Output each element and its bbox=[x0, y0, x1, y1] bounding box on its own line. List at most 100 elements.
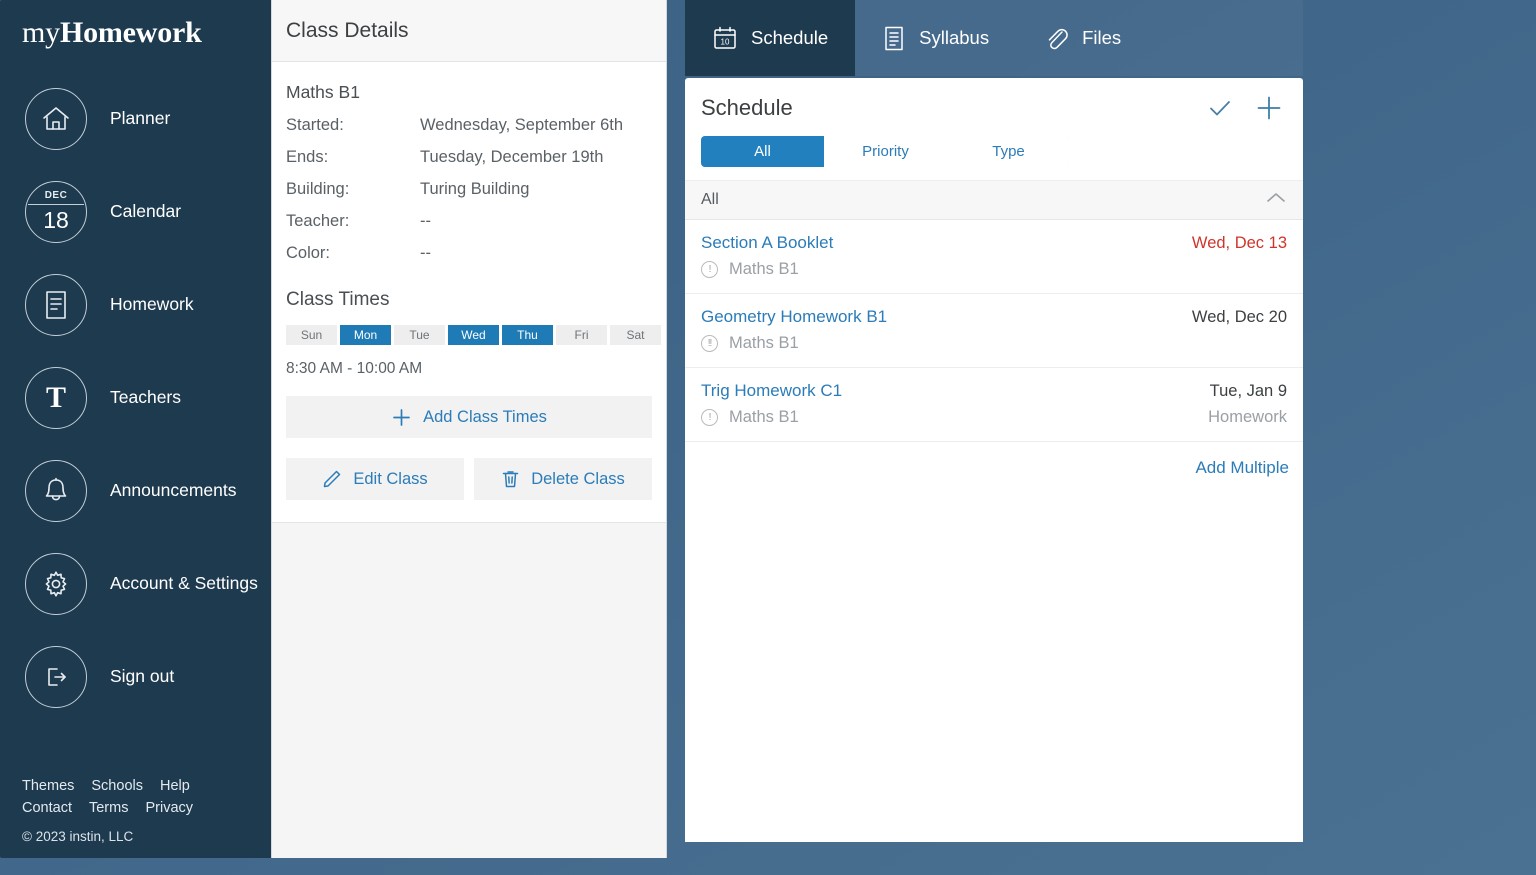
copyright-text: © 2023 instin, LLC bbox=[22, 829, 134, 844]
calendar-icon-day: 18 bbox=[43, 207, 69, 234]
add-class-times-button[interactable]: Add Class Times bbox=[286, 396, 652, 438]
content-tabs: 10 Schedule Syllabus Files bbox=[685, 0, 1303, 76]
sidebar-footer: Themes Schools Help Contact Terms Privacy © … bbox=[22, 778, 210, 844]
class-time-range: 8:30 AM - 10:00 AM bbox=[286, 360, 423, 377]
sidebar-item-label: Sign out bbox=[110, 665, 175, 686]
field-label: Building: bbox=[286, 180, 350, 198]
field-value: Wednesday, September 6th bbox=[420, 116, 624, 134]
sidebar-item-sign-out[interactable]: Sign out bbox=[0, 630, 271, 723]
day-chip-wed[interactable]: Wed bbox=[448, 325, 499, 345]
filter-tab-all[interactable]: All bbox=[701, 136, 824, 167]
task-meta: ! Maths B1 bbox=[701, 260, 799, 279]
field-label: Ends: bbox=[286, 148, 329, 166]
field-teacher: Teacher: -- bbox=[286, 212, 652, 231]
schedule-header-actions bbox=[1207, 94, 1287, 122]
footer-link-contact[interactable]: Contact bbox=[22, 800, 72, 816]
day-chip-tue[interactable]: Tue bbox=[394, 325, 445, 345]
footer-link-terms[interactable]: Terms bbox=[89, 800, 128, 816]
filter-tab-type[interactable]: Type bbox=[947, 136, 1070, 167]
schedule-title: Schedule bbox=[701, 95, 793, 120]
svg-text:10: 10 bbox=[721, 38, 730, 47]
tab-label: Syllabus bbox=[919, 27, 990, 48]
sidebar-item-label: Announcements bbox=[110, 479, 237, 500]
priority-icon: !! bbox=[701, 335, 718, 352]
document-icon bbox=[25, 273, 87, 336]
delete-class-label: Delete Class bbox=[531, 469, 625, 488]
sidebar-item-planner[interactable]: Planner bbox=[0, 72, 271, 165]
calendar-10-icon: 10 bbox=[712, 25, 738, 51]
footer-link-privacy[interactable]: Privacy bbox=[145, 800, 193, 816]
class-action-buttons: Edit Class Delete Class bbox=[286, 458, 652, 500]
tab-files[interactable]: Files bbox=[1016, 0, 1148, 76]
task-title[interactable]: Trig Homework C1 bbox=[701, 381, 842, 401]
sidebar: myHomework Planner DEC 18 Calendar Homew… bbox=[0, 0, 271, 858]
sidebar-item-calendar[interactable]: DEC 18 Calendar bbox=[0, 165, 271, 258]
document-lines-icon bbox=[882, 25, 906, 52]
edit-class-button[interactable]: Edit Class bbox=[286, 458, 464, 500]
check-icon[interactable] bbox=[1207, 95, 1233, 121]
add-multiple-link[interactable]: Add Multiple bbox=[1195, 458, 1289, 478]
table-row[interactable]: Trig Homework C1 Tue, Jan 9 ! Maths B1 H… bbox=[685, 368, 1303, 442]
pencil-icon bbox=[322, 469, 342, 489]
task-due-date: Wed, Dec 13 bbox=[1191, 234, 1287, 252]
task-due-date: Wed, Dec 20 bbox=[1191, 308, 1287, 326]
table-row[interactable]: Section A Booklet Wed, Dec 13 ! Maths B1 bbox=[685, 220, 1303, 294]
task-class: Maths B1 bbox=[729, 334, 799, 352]
field-color: Color: -- bbox=[286, 244, 652, 263]
filter-tab-priority[interactable]: Priority bbox=[824, 136, 947, 167]
task-title[interactable]: Geometry Homework B1 bbox=[701, 307, 887, 327]
teacher-t-icon: T bbox=[25, 366, 87, 429]
field-value: Turing Building bbox=[420, 180, 530, 198]
task-title[interactable]: Section A Booklet bbox=[701, 233, 833, 253]
sign-out-icon bbox=[25, 645, 87, 708]
task-class: Maths B1 bbox=[729, 260, 799, 278]
edit-class-label: Edit Class bbox=[353, 469, 428, 488]
task-primary-row: Geometry Homework B1 Wed, Dec 20 bbox=[701, 307, 1287, 327]
class-details-column: Class Details Maths B1 Started: Wednesda… bbox=[271, 0, 667, 858]
field-value: Tuesday, December 19th bbox=[420, 148, 604, 166]
tab-label: Files bbox=[1082, 27, 1122, 48]
task-secondary-row: ! Maths B1 Homework bbox=[701, 408, 1287, 427]
sidebar-item-announcements[interactable]: Announcements bbox=[0, 444, 271, 537]
day-chip-thu[interactable]: Thu bbox=[502, 325, 553, 345]
footer-link-themes[interactable]: Themes bbox=[22, 778, 74, 794]
schedule-group-header[interactable]: All bbox=[685, 180, 1303, 220]
class-details-header: Class Details bbox=[272, 0, 666, 62]
bell-icon bbox=[25, 459, 87, 522]
calendar-icon-month: DEC bbox=[44, 189, 68, 201]
field-building: Building: Turing Building bbox=[286, 180, 652, 199]
table-row[interactable]: Geometry Homework B1 Wed, Dec 20 !! Math… bbox=[685, 294, 1303, 368]
add-class-times-label: Add Class Times bbox=[423, 407, 547, 426]
group-label: All bbox=[701, 191, 719, 208]
sidebar-item-homework[interactable]: Homework bbox=[0, 258, 271, 351]
day-chip-sun[interactable]: Sun bbox=[286, 325, 337, 345]
schedule-title-row: Schedule bbox=[701, 94, 1287, 122]
field-value: -- bbox=[420, 244, 431, 262]
day-chip-fri[interactable]: Fri bbox=[556, 325, 607, 345]
tab-syllabus[interactable]: Syllabus bbox=[855, 0, 1016, 76]
gear-icon bbox=[25, 552, 87, 615]
field-label: Color: bbox=[286, 244, 331, 262]
plus-icon[interactable] bbox=[1255, 94, 1283, 122]
tab-schedule[interactable]: 10 Schedule bbox=[685, 0, 856, 76]
delete-class-button[interactable]: Delete Class bbox=[474, 458, 652, 500]
paperclip-icon bbox=[1043, 25, 1069, 51]
day-chip-mon[interactable]: Mon bbox=[340, 325, 391, 345]
footer-link-help[interactable]: Help bbox=[160, 778, 190, 794]
add-multiple-row: Add Multiple bbox=[685, 442, 1303, 478]
task-due-date: Tue, Jan 9 bbox=[1209, 382, 1287, 400]
day-chip-sat[interactable]: Sat bbox=[610, 325, 661, 345]
sidebar-nav: Planner DEC 18 Calendar Homework T Teach… bbox=[0, 72, 271, 723]
sidebar-item-label: Teachers bbox=[110, 386, 182, 407]
task-primary-row: Trig Homework C1 Tue, Jan 9 bbox=[701, 381, 1287, 401]
logo-text-bold: Homework bbox=[59, 16, 202, 49]
sidebar-item-account-settings[interactable]: Account & Settings bbox=[0, 537, 271, 630]
schedule-panel: Schedule All Priority Type All Section A… bbox=[685, 78, 1303, 842]
footer-link-schools[interactable]: Schools bbox=[91, 778, 143, 794]
chevron-up-icon[interactable] bbox=[1265, 191, 1287, 210]
field-label: Teacher: bbox=[286, 212, 350, 230]
day-selector: Sun Mon Tue Wed Thu Fri Sat bbox=[286, 325, 661, 345]
sidebar-item-teachers[interactable]: T Teachers bbox=[0, 351, 271, 444]
tab-label: Schedule bbox=[751, 27, 829, 48]
task-type: Homework bbox=[1208, 408, 1287, 426]
